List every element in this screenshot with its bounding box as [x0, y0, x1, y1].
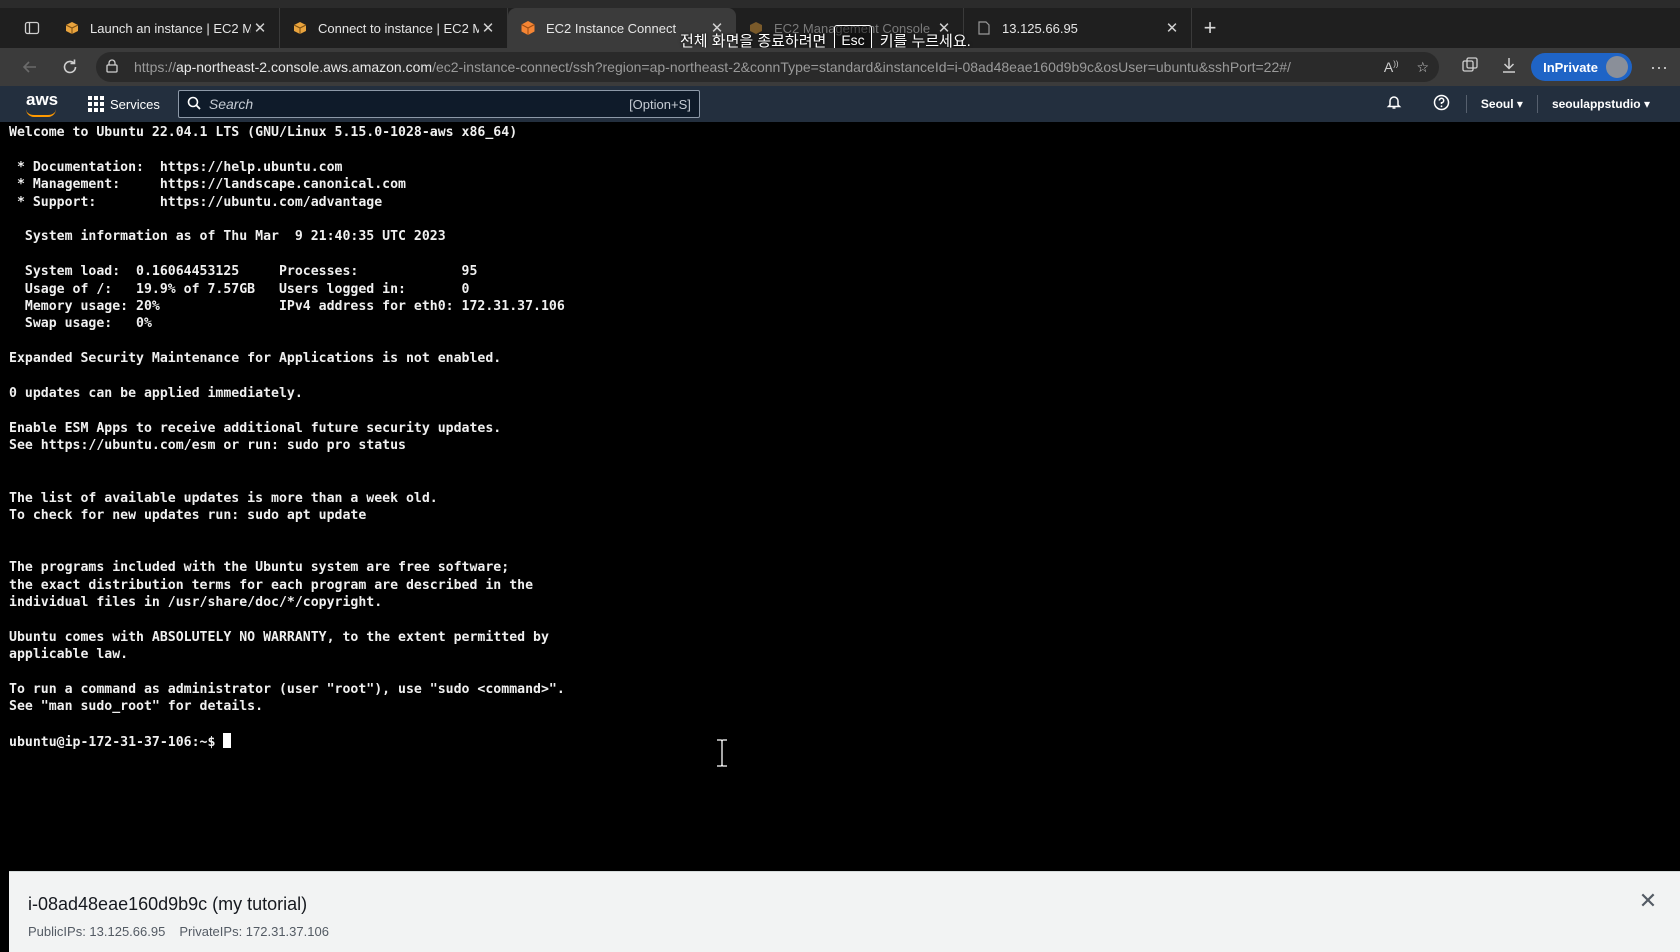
- terminal-line: See https://ubuntu.com/esm or run: sudo …: [9, 438, 406, 454]
- read-aloud-icon[interactable]: A)): [1384, 59, 1399, 76]
- more-options-icon[interactable]: ···: [1650, 57, 1670, 78]
- inprivate-label: InPrivate: [1543, 59, 1598, 75]
- url-scheme: https://: [134, 59, 177, 75]
- ssh-terminal[interactable]: Welcome to Ubuntu 22.04.1 LTS (GNU/Linux…: [0, 122, 1680, 870]
- account-menu[interactable]: seoulappstudio ▾: [1538, 97, 1664, 111]
- url-path: /ec2-instance-connect/ssh?region=ap-nort…: [432, 59, 1291, 75]
- search-shortcut-hint: [Option+S]: [629, 96, 691, 112]
- terminal-line: To check for new updates run: sudo apt u…: [9, 507, 367, 523]
- public-ips: PublicIPs: 13.125.66.95: [28, 924, 166, 939]
- browser-tab-ip-address[interactable]: 13.125.66.95 ✕: [964, 8, 1192, 48]
- close-tab-icon[interactable]: ✕: [251, 19, 269, 37]
- search-icon: [187, 96, 201, 113]
- terminal-output: Welcome to Ubuntu 22.04.1 LTS (GNU/Linux…: [9, 124, 1680, 752]
- aws-box-icon: [292, 20, 308, 36]
- instance-info-panel: i-08ad48eae160d9b9c (my tutorial) Public…: [9, 871, 1680, 952]
- services-menu-button[interactable]: Services: [88, 96, 160, 112]
- grid-menu-icon: [88, 96, 104, 112]
- refresh-icon[interactable]: [50, 52, 90, 82]
- terminal-cursor: [223, 733, 232, 749]
- favorite-star-icon[interactable]: ☆: [1417, 59, 1430, 76]
- terminal-line: Usage of /: 19.9% of 7.57GB Users logged…: [24, 281, 470, 297]
- close-tab-icon[interactable]: ✕: [479, 19, 497, 37]
- screen: Launch an instance | EC2 Man ✕ Connect t…: [0, 0, 1680, 952]
- terminal-line: Expanded Security Maintenance for Applic…: [9, 351, 502, 367]
- help-icon[interactable]: [1418, 94, 1466, 115]
- terminal-line: To run a command as administrator (user …: [9, 682, 565, 697]
- aws-logo[interactable]: aws: [24, 90, 64, 118]
- terminal-lines: Welcome to Ubuntu 22.04.1 LTS (GNU/Linux…: [9, 125, 565, 714]
- address-bar[interactable]: https://ap-northeast-2.console.aws.amazo…: [96, 52, 1440, 82]
- tab-actions-icon[interactable]: [12, 8, 52, 48]
- terminal-line: The list of available updates is more th…: [9, 490, 438, 506]
- terminal-line: System information as of Thu Mar 9 21:40…: [24, 229, 446, 245]
- tab-title: Launch an instance | EC2 Man: [90, 20, 251, 36]
- aws-box-icon: [64, 20, 80, 36]
- terminal-line: applicable law.: [9, 647, 129, 663]
- terminal-line: The programs included with the Ubuntu sy…: [9, 560, 510, 576]
- new-tab-plus-icon[interactable]: +: [1192, 8, 1228, 48]
- url-text[interactable]: https://ap-northeast-2.console.aws.amazo…: [134, 59, 1374, 75]
- aws-console-navbar: aws Services Search [Option+S] Seoul ▾ s…: [0, 86, 1680, 122]
- tab-title: Connect to instance | EC2 Man: [318, 20, 479, 36]
- ec2-icon: [520, 20, 536, 36]
- browser-toolbar: https://ap-northeast-2.console.aws.amazo…: [0, 48, 1680, 86]
- terminal-line: * Support: https://ubuntu.com/advantage: [16, 194, 383, 210]
- back-arrow-icon[interactable]: [10, 52, 50, 82]
- close-icon[interactable]: ✕: [1638, 888, 1658, 913]
- caret-down-icon: ▾: [1516, 97, 1523, 111]
- inprivate-profile-button[interactable]: InPrivate: [1531, 53, 1632, 81]
- aws-search-input[interactable]: Search [Option+S]: [177, 90, 700, 118]
- terminal-line: the exact distribution terms for each pr…: [9, 577, 534, 593]
- terminal-line: individual files in /usr/share/doc/*/cop…: [9, 594, 383, 610]
- download-icon[interactable]: [1501, 56, 1517, 79]
- instance-title: i-08ad48eae160d9b9c (my tutorial): [28, 894, 308, 914]
- page-icon: [976, 20, 992, 36]
- shell-prompt: ubuntu@ip-172-31-37-106:~$: [9, 735, 224, 751]
- caret-down-icon: ▾: [1643, 97, 1650, 111]
- terminal-line: Memory usage: 20% IPv4 address for eth0:…: [24, 299, 565, 315]
- tab-title: 13.125.66.95: [1002, 20, 1078, 36]
- profile-avatar-icon: [1606, 56, 1628, 78]
- lock-icon[interactable]: [106, 58, 126, 76]
- close-tab-icon[interactable]: ✕: [1163, 19, 1181, 37]
- browser-tab-connect-instance[interactable]: Connect to instance | EC2 Man ✕: [280, 8, 508, 48]
- browser-tab-launch-instance[interactable]: Launch an instance | EC2 Man ✕: [52, 8, 280, 48]
- services-label: Services: [110, 96, 160, 112]
- aws-logo-text: aws: [26, 90, 59, 109]
- terminal-line: 0 updates can be applied immediately.: [9, 386, 303, 402]
- text-cursor-icon: [717, 738, 727, 768]
- terminal-line: Welcome to Ubuntu 22.04.1 LTS (GNU/Linux…: [9, 125, 518, 140]
- collections-icon[interactable]: [1461, 56, 1479, 79]
- region-selector[interactable]: Seoul ▾: [1467, 97, 1537, 111]
- notifications-bell-icon[interactable]: [1370, 94, 1418, 114]
- instance-ips: PublicIPs: 13.125.66.95 PrivateIPs: 172.3…: [28, 924, 329, 939]
- terminal-line: Enable ESM Apps to receive additional fu…: [9, 420, 502, 436]
- terminal-line: * Management: https://landscape.canonica…: [16, 177, 406, 193]
- terminal-line: System load: 0.16064453125 Processes: 95: [24, 264, 478, 280]
- url-host: ap-northeast-2.console.aws.amazon.com: [176, 59, 433, 75]
- terminal-line: Ubuntu comes with ABSOLUTELY NO WARRANTY…: [9, 629, 549, 645]
- region-label: Seoul: [1480, 97, 1514, 111]
- search-placeholder: Search: [208, 96, 254, 112]
- account-label: seoulappstudio: [1551, 97, 1641, 111]
- terminal-line: * Documentation: https://help.ubuntu.com: [16, 159, 343, 175]
- private-ips: PrivateIPs: 172.31.37.106: [179, 924, 329, 939]
- terminal-line: Swap usage: 0%: [24, 316, 152, 332]
- aws-smile-icon: [26, 109, 56, 117]
- terminal-line: See "man sudo_root" for details.: [9, 699, 264, 715]
